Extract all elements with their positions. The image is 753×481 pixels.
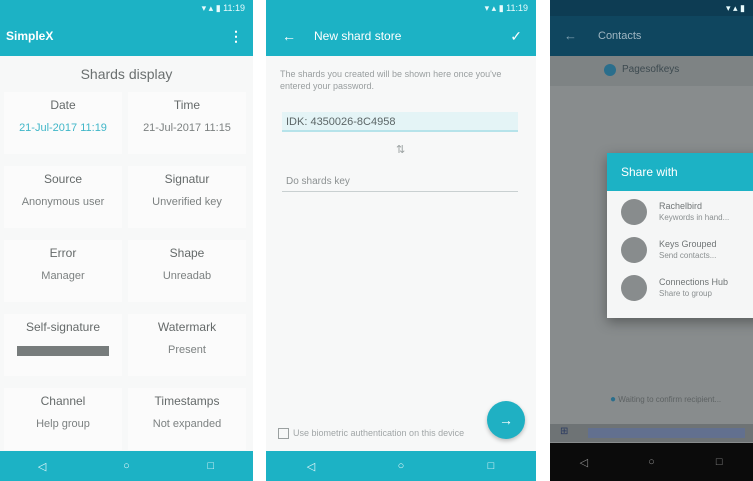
status-bar: ▾ ▴ ▮ 11:19 xyxy=(266,0,536,16)
info-cell: Watermark Present xyxy=(128,314,246,376)
pin-icon: ● xyxy=(610,394,617,405)
cell-label: Date xyxy=(50,98,76,112)
cell-value: Manager xyxy=(41,270,85,282)
cell-value: 21-Jul-2017 11:19 xyxy=(19,122,107,134)
item-title: Connections Hub xyxy=(659,277,729,287)
avatar xyxy=(621,275,647,301)
composer: ⊞ xyxy=(550,424,753,442)
app-bar: ← Contacts xyxy=(550,16,753,56)
back-nav-icon[interactable]: ◁ xyxy=(574,456,594,469)
screen-title: New shard store xyxy=(314,29,402,43)
attach-icon[interactable]: ⊞ xyxy=(560,426,568,437)
status-text: Waiting to confirm recipient... xyxy=(618,395,722,404)
app-bar: SimpleX ⋮ xyxy=(0,16,253,56)
checkbox-label: Use biometric authentication on this dev… xyxy=(293,428,465,438)
cell-value: Unreadab xyxy=(162,270,212,282)
nav-bar: ◁ ○ □ xyxy=(0,451,253,481)
avatar xyxy=(621,199,647,225)
app-title: SimpleX xyxy=(6,29,54,43)
dialog-title: Share with xyxy=(607,153,753,191)
status-note: ● Waiting to confirm recipient... xyxy=(610,394,721,405)
cell-value: Unverified key xyxy=(152,196,222,208)
list-item[interactable]: Rachelbird Keywords in hand... xyxy=(607,191,753,229)
biometric-option[interactable]: Use biometric authentication on this dev… xyxy=(278,428,465,440)
chat-name: Pagesofkeys xyxy=(622,64,680,75)
value-bar xyxy=(17,346,109,356)
status-bar: ▾ ▴ ▮ 11:19 xyxy=(0,0,253,16)
item-title: Keys Grouped xyxy=(659,239,717,249)
message-input[interactable] xyxy=(588,428,745,438)
overflow-menu-icon[interactable]: ⋮ xyxy=(229,16,243,56)
next-fab-button[interactable]: → xyxy=(487,401,525,439)
info-cell: Timestamps Not expanded xyxy=(128,388,246,450)
new-store-screen: ▾ ▴ ▮ 11:19 ← New shard store ✓ The shar… xyxy=(266,0,536,481)
checkbox[interactable] xyxy=(278,428,289,440)
nav-bar: ◁ ○ □ xyxy=(550,443,753,481)
avatar xyxy=(604,64,616,76)
status-bar: ▾ ▴ ▮ xyxy=(550,0,753,16)
cell-label: Shape xyxy=(169,246,205,260)
cell-value: Help group xyxy=(36,418,90,430)
share-dialog: Share with Rachelbird Keywords in hand..… xyxy=(607,153,753,318)
screen-title: Contacts xyxy=(598,30,642,42)
cell-label: Time xyxy=(173,98,201,112)
info-cell: Self-signature xyxy=(4,314,122,376)
info-cell: Source Anonymous user xyxy=(4,166,122,228)
back-nav-icon[interactable]: ◁ xyxy=(301,460,321,473)
cell-label: Error xyxy=(49,246,77,260)
cell-label: Source xyxy=(43,172,83,186)
confirm-icon[interactable]: ✓ xyxy=(510,16,522,56)
section-title: Shards display xyxy=(80,66,173,82)
list-item[interactable]: Keys Grouped Send contacts... xyxy=(607,229,753,267)
info-cell: Date 21-Jul-2017 11:19 xyxy=(4,92,122,154)
avatar xyxy=(621,237,647,263)
item-subtitle: Share to group xyxy=(659,289,712,298)
info-cell: Signatur Unverified key xyxy=(128,166,246,228)
home-nav-icon[interactable]: ○ xyxy=(641,456,661,468)
cell-label: Self-signature xyxy=(25,320,101,334)
recents-nav-icon[interactable]: □ xyxy=(201,460,221,472)
hint-text: The shards you created will be shown her… xyxy=(280,69,502,91)
info-cell: Error Manager xyxy=(4,240,122,302)
cell-label: Timestamps xyxy=(154,394,220,408)
cell-value: Anonymous user xyxy=(21,196,105,208)
recents-nav-icon[interactable]: □ xyxy=(481,460,501,472)
list-item[interactable]: Connections Hub Share to group xyxy=(607,267,753,305)
recents-nav-icon[interactable]: □ xyxy=(709,456,729,468)
key-input[interactable]: Do shards key xyxy=(282,172,518,192)
share-dialog-screen: ▾ ▴ ▮ ← Contacts Pagesofkeys Share with … xyxy=(550,0,753,481)
chat-header[interactable]: Pagesofkeys xyxy=(550,56,753,86)
cell-value: Present xyxy=(168,344,206,356)
cell-value: 21-Jul-2017 11:15 xyxy=(143,122,231,134)
shards-display-screen: ▾ ▴ ▮ 11:19 SimpleX ⋮ Shards display Dat… xyxy=(0,0,253,481)
info-cell: Shape Unreadab xyxy=(128,240,246,302)
cell-value: Not expanded xyxy=(152,418,222,430)
id-input[interactable]: IDK: 4350026-8C4958 xyxy=(282,112,518,132)
home-nav-icon[interactable]: ○ xyxy=(391,460,411,472)
item-subtitle: Keywords in hand... xyxy=(659,213,730,222)
cell-label: Watermark xyxy=(157,320,217,334)
app-bar: ← New shard store ✓ xyxy=(266,16,536,56)
cell-label: Signatur xyxy=(164,172,210,186)
swap-icon[interactable]: ⇅ xyxy=(396,143,405,156)
item-subtitle: Send contacts... xyxy=(659,251,717,260)
back-arrow-icon[interactable]: ← xyxy=(564,16,577,56)
back-arrow-icon[interactable]: ← xyxy=(282,16,296,56)
back-nav-icon[interactable]: ◁ xyxy=(32,460,52,473)
home-nav-icon[interactable]: ○ xyxy=(116,460,136,472)
cell-label: Channel xyxy=(40,394,86,408)
item-title: Rachelbird xyxy=(659,201,703,211)
nav-bar: ◁ ○ □ xyxy=(266,451,536,481)
info-cell: Channel Help group xyxy=(4,388,122,450)
info-cell: Time 21-Jul-2017 11:15 xyxy=(128,92,246,154)
